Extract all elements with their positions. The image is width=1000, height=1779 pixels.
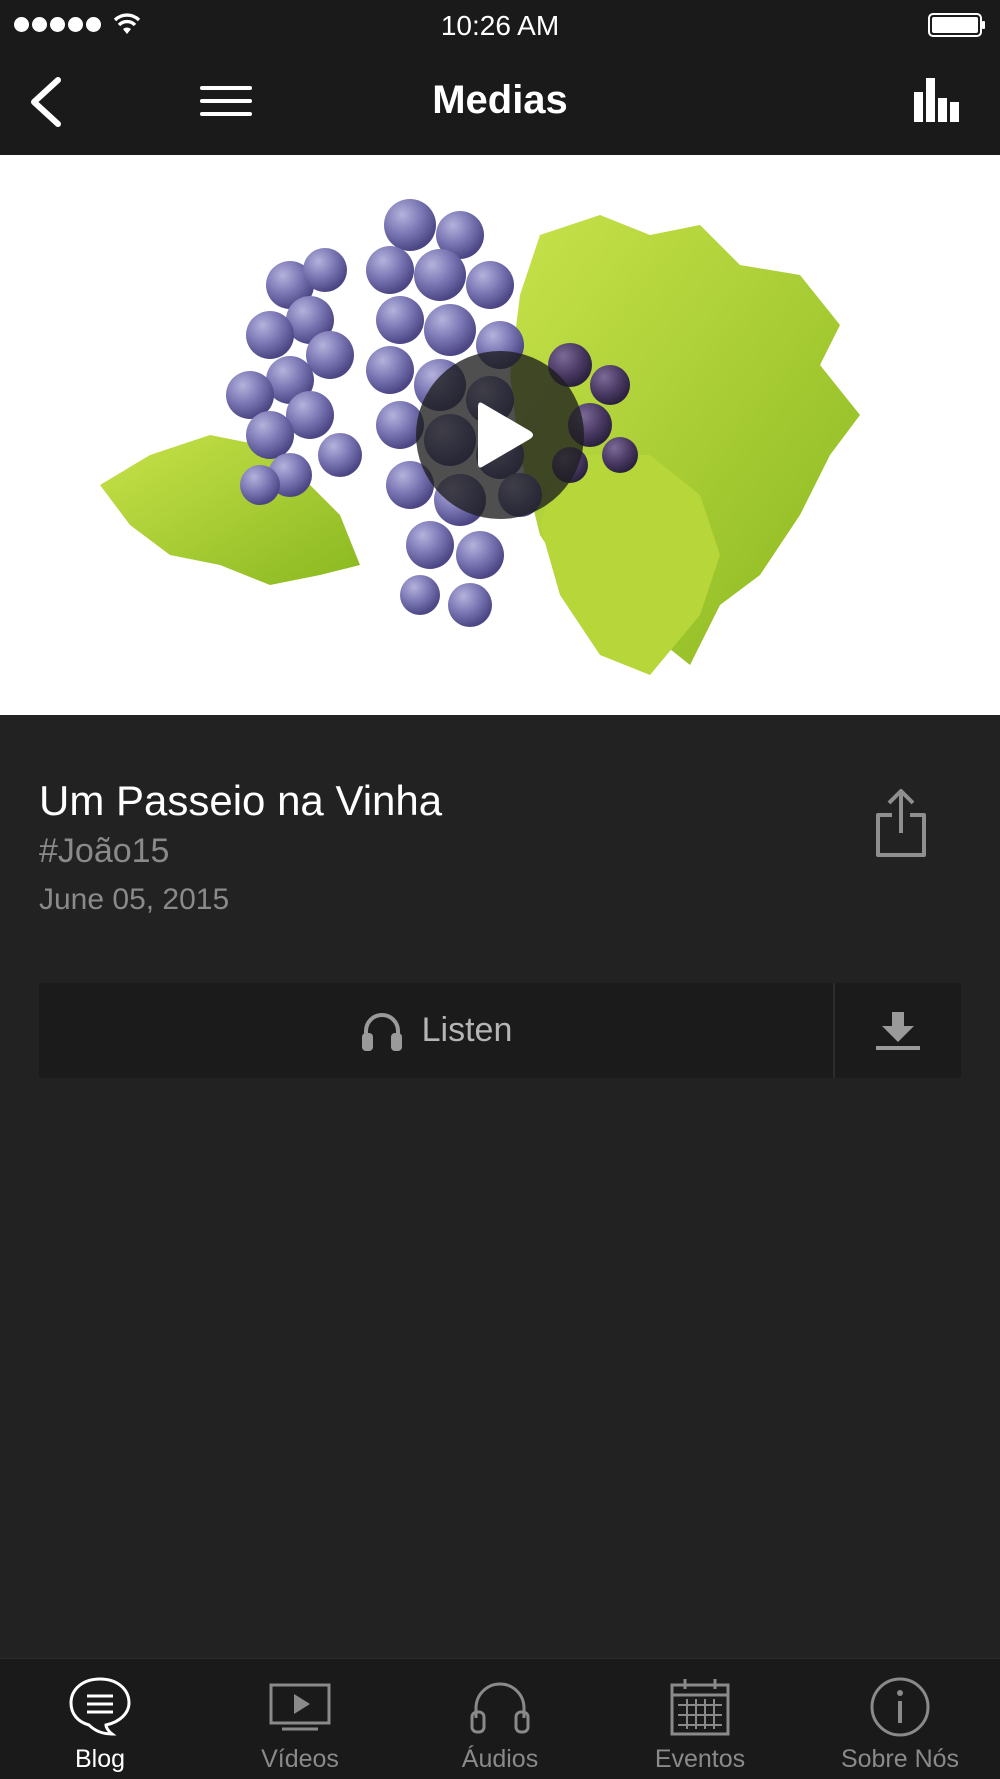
listen-label: Listen — [421, 1011, 513, 1049]
video-player-icon — [269, 1683, 331, 1731]
tab-label: Blog — [74, 1745, 126, 1773]
tab-bar: Blog Vídeos Áudios Eventos Sobre Nós — [0, 1658, 1000, 1779]
tab-label: Sobre Nós — [840, 1745, 960, 1773]
play-icon — [478, 402, 533, 468]
tab-eventos[interactable]: Eventos — [600, 1659, 800, 1779]
media-details: Um Passeio na Vinha #João15 June 05, 201… — [0, 715, 1000, 1658]
bar-chart-icon[interactable] — [914, 78, 960, 122]
tab-label: Vídeos — [261, 1745, 339, 1773]
status-time: 10:26 AM — [440, 10, 560, 41]
media-thumbnail[interactable] — [0, 155, 1000, 715]
download-icon — [876, 1011, 920, 1050]
navigation-bar: Medias — [0, 50, 1000, 155]
tab-label: Eventos — [654, 1745, 746, 1773]
battery-icon — [928, 13, 985, 37]
tab-blog[interactable]: Blog — [0, 1659, 200, 1779]
play-button[interactable] — [416, 351, 584, 519]
tab-audios[interactable]: Áudios — [400, 1659, 600, 1779]
headphones-icon — [470, 1682, 530, 1734]
headphones-icon — [361, 1012, 402, 1051]
status-bar: 10:26 AM — [0, 0, 1000, 50]
tab-label: Áudios — [461, 1745, 539, 1773]
media-date: June 05, 2015 — [39, 883, 230, 916]
listen-button[interactable]: Listen — [39, 983, 833, 1078]
page-title: Medias — [432, 78, 568, 122]
download-button[interactable] — [835, 983, 961, 1078]
share-icon[interactable] — [872, 787, 930, 859]
media-tag: #João15 — [39, 832, 170, 870]
media-title: Um Passeio na Vinha — [39, 777, 443, 824]
info-icon — [870, 1677, 930, 1737]
chat-bubble-icon — [69, 1677, 131, 1736]
listen-bar: Listen — [39, 983, 961, 1078]
tab-videos[interactable]: Vídeos — [200, 1659, 400, 1779]
tab-sobre-nos[interactable]: Sobre Nós — [800, 1659, 1000, 1779]
calendar-icon — [670, 1679, 730, 1736]
